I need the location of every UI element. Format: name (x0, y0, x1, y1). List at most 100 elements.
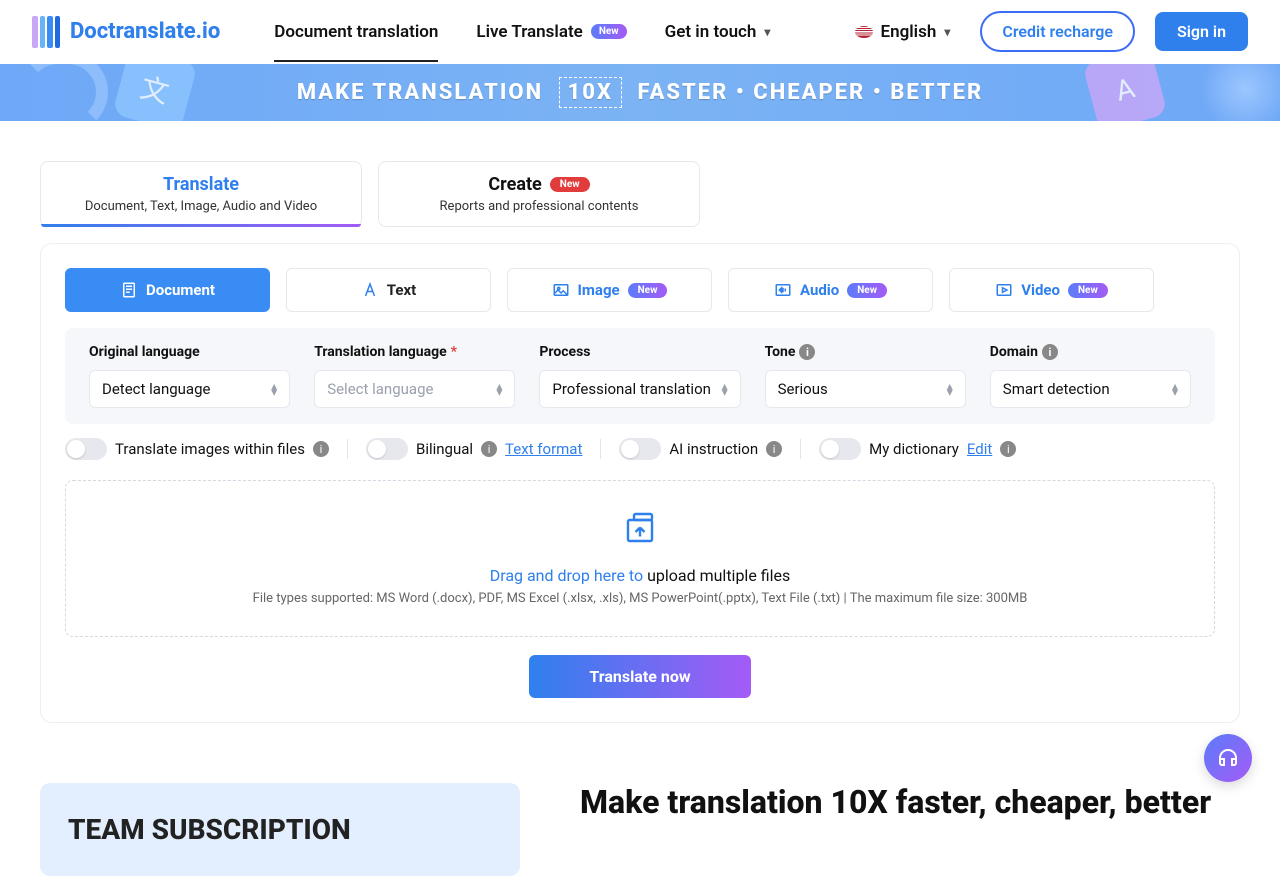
option-label: Translation language (314, 344, 446, 360)
option-label: Process (539, 344, 590, 360)
decor-sphere (1200, 64, 1280, 121)
toggles-row: Translate images within files i Bilingua… (65, 438, 1215, 460)
file-dropzone[interactable]: Drag and drop here to upload multiple fi… (65, 480, 1215, 637)
headset-icon (1216, 746, 1240, 770)
text-icon (361, 281, 379, 299)
option-domain: Domain i Smart detection ▴▾ (990, 344, 1191, 408)
new-badge: New (550, 177, 590, 192)
original-language-select[interactable]: Detect language ▴▾ (89, 370, 290, 408)
type-tab-document[interactable]: Document (65, 268, 270, 312)
toggle-bilingual: Bilingual i Text format (366, 438, 582, 460)
main-nav: Document translation Live Translate New … (274, 2, 770, 62)
info-icon[interactable]: i (1000, 441, 1016, 457)
signin-button[interactable]: Sign in (1155, 12, 1248, 51)
option-label: Domain (990, 344, 1038, 360)
tab-title: Translate (163, 174, 239, 195)
separator (600, 439, 601, 459)
toggle-translate-images: Translate images within files i (65, 438, 329, 460)
info-icon[interactable]: i (481, 441, 497, 457)
decor-tile-left: 文 (112, 64, 198, 121)
nav-label: Document translation (274, 22, 438, 42)
type-tab-label: Audio (800, 281, 839, 299)
type-tab-label: Text (387, 281, 416, 299)
select-chevrons-icon: ▴▾ (496, 383, 502, 395)
info-icon[interactable]: i (313, 441, 329, 457)
image-icon (552, 281, 570, 299)
type-tab-label: Image (578, 281, 620, 299)
separator (800, 439, 801, 459)
tab-subtitle: Reports and professional contents (379, 199, 699, 214)
translation-language-select[interactable]: Select language ▴▾ (314, 370, 515, 408)
type-tab-video[interactable]: Video New (949, 268, 1154, 312)
translate-panel: Document Text Image New Audio N (40, 243, 1240, 723)
logo-text: Doctranslate.io (70, 19, 220, 44)
team-subscription-card[interactable]: TEAM SUBSCRIPTION (40, 783, 520, 876)
info-icon[interactable]: i (1042, 344, 1058, 360)
select-chevrons-icon: ▴▾ (947, 383, 953, 395)
document-icon (120, 281, 138, 299)
tone-select[interactable]: Serious ▴▾ (765, 370, 966, 408)
credit-recharge-button[interactable]: Credit recharge (980, 11, 1135, 52)
nav-document-translation[interactable]: Document translation (274, 2, 438, 62)
toggle-label: Bilingual (416, 440, 473, 458)
video-icon (995, 281, 1013, 299)
chevron-down-icon: ▾ (764, 25, 770, 39)
new-badge: New (1068, 283, 1108, 298)
select-value: Detect language (102, 380, 210, 398)
domain-select[interactable]: Smart detection ▴▾ (990, 370, 1191, 408)
info-icon[interactable]: i (799, 344, 815, 360)
type-tab-image[interactable]: Image New (507, 268, 712, 312)
tab-translate[interactable]: Translate Document, Text, Image, Audio a… (40, 161, 362, 227)
toggle-my-dictionary: My dictionary Edit i (819, 438, 1016, 460)
nav-get-in-touch[interactable]: Get in touch ▾ (665, 2, 771, 62)
option-process: Process Professional translation ▴▾ (539, 344, 740, 408)
info-icon[interactable]: i (766, 441, 782, 457)
toggle-ai-instruction: AI instruction i (619, 438, 782, 460)
text-format-link[interactable]: Text format (505, 440, 582, 458)
switch-my-dictionary[interactable] (819, 438, 861, 460)
edit-dictionary-link[interactable]: Edit (967, 440, 992, 458)
options-bar: Original language Detect language ▴▾ Tra… (65, 328, 1215, 424)
hero-banner: 文 MAKE TRANSLATION 10X FASTER • CHEAPER … (0, 64, 1280, 121)
type-tab-label: Video (1021, 281, 1060, 299)
logo[interactable]: Doctranslate.io (32, 16, 220, 48)
select-value: Serious (778, 380, 828, 398)
switch-ai-instruction[interactable] (619, 438, 661, 460)
chevron-down-icon: ▾ (944, 25, 950, 39)
option-label: Original language (89, 344, 200, 360)
tab-create[interactable]: Create New Reports and professional cont… (378, 161, 700, 227)
select-chevrons-icon: ▴▾ (722, 383, 728, 395)
switch-bilingual[interactable] (366, 438, 408, 460)
input-type-tabs: Document Text Image New Audio N (65, 268, 1215, 312)
nav-live-translate[interactable]: Live Translate New (476, 2, 626, 62)
dropzone-hint: File types supported: MS Word (.docx), P… (86, 591, 1194, 606)
new-badge: New (847, 283, 887, 298)
translate-now-button[interactable]: Translate now (529, 655, 750, 698)
language-selector[interactable]: English ▾ (855, 22, 951, 42)
hero-headline: MAKE TRANSLATION 10X FASTER • CHEAPER • … (297, 80, 983, 105)
tab-subtitle: Document, Text, Image, Audio and Video (41, 199, 361, 214)
bottom-section: TEAM SUBSCRIPTION Make translation 10X f… (0, 723, 1280, 876)
support-fab[interactable] (1204, 734, 1252, 782)
type-tab-text[interactable]: Text (286, 268, 491, 312)
option-label: Tone (765, 344, 796, 360)
tab-title: Create (488, 174, 541, 195)
bottom-headline: Make translation 10X faster, cheaper, be… (580, 783, 1240, 821)
nav-label: Get in touch (665, 22, 757, 42)
upload-icon (622, 511, 658, 556)
toggle-label: Translate images within files (115, 440, 305, 458)
toggle-label: AI instruction (669, 440, 758, 458)
language-label: English (881, 22, 937, 42)
type-tab-label: Document (146, 281, 215, 299)
decor-swirl (18, 64, 108, 121)
switch-translate-images[interactable] (65, 438, 107, 460)
mode-tabs: Translate Document, Text, Image, Audio a… (40, 161, 1240, 227)
select-chevrons-icon: ▴▾ (1172, 383, 1178, 395)
option-translation-language: Translation language* Select language ▴▾ (314, 344, 515, 408)
dropzone-text: Drag and drop here to upload multiple fi… (86, 566, 1194, 585)
nav-label: Live Translate (476, 22, 582, 42)
process-select[interactable]: Professional translation ▴▾ (539, 370, 740, 408)
type-tab-audio[interactable]: Audio New (728, 268, 933, 312)
select-value: Professional translation (552, 380, 711, 398)
toggle-label: My dictionary (869, 440, 959, 458)
